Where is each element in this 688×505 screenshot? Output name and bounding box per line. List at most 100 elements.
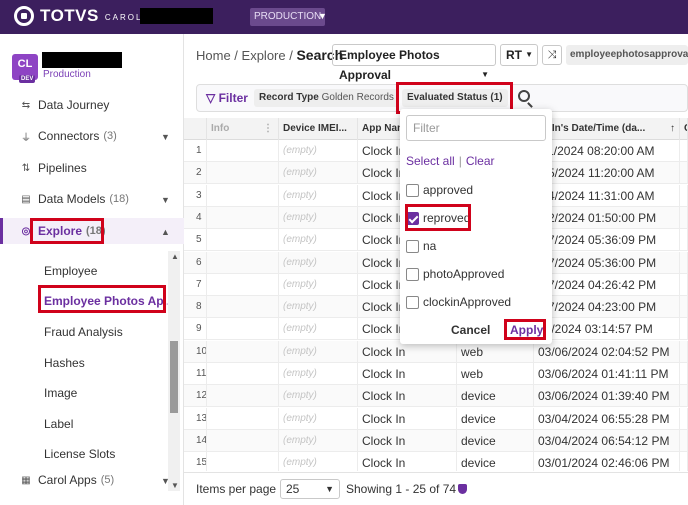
sidebar-item-explore[interactable]: ◎ Explore (18) (20, 221, 106, 241)
table-row[interactable]: 11 (empty) Clock In web 03/06/2024 01:41:11 … (184, 363, 688, 385)
environment-badge[interactable]: PRODUCTION (250, 8, 326, 26)
logo-text: TOTVS (40, 6, 99, 25)
explore-item-image[interactable]: Image (44, 386, 77, 400)
table-row[interactable]: 12 (empty) Clock In device 03/06/2024 01:39:… (184, 385, 688, 408)
row-number-cell: 2 (184, 162, 207, 185)
source-cell: device (457, 452, 534, 471)
data-journey-icon: ⇆ (21, 99, 31, 111)
filter-button[interactable]: ▽ Filter (206, 91, 248, 105)
checkbox[interactable] (406, 183, 419, 197)
sidebar-item-count: (18) (86, 225, 106, 237)
status-option-label: approved (423, 183, 474, 197)
sidebar-item-pipelines[interactable]: ⇅ Pipelines (20, 158, 87, 178)
status-option-label: photoApproved (423, 267, 505, 281)
sidebar-item-data-models[interactable]: ▤ Data Models (18) (20, 189, 129, 209)
tenant-avatar[interactable]: CL DEV (12, 54, 38, 83)
record-type-chip[interactable]: Record Type Golden Records (254, 89, 399, 107)
status-option[interactable]: photoApproved (406, 266, 504, 282)
column-header-more[interactable]: C (680, 118, 688, 140)
redacted-block (140, 8, 213, 24)
column-header-device-imei[interactable]: Device IMEI... (279, 118, 358, 140)
caret-down-icon: ▼ (481, 70, 489, 79)
checkbox[interactable] (406, 295, 419, 309)
clock-in-datetime-cell: /27/2024 05:36:09 PM (534, 229, 680, 252)
caret-down-icon: ▼ (325, 484, 334, 494)
breadcrumb-home[interactable]: Home (196, 48, 231, 63)
select-all-link[interactable]: Select all (406, 154, 455, 168)
checkbox[interactable] (406, 239, 419, 253)
column-menu-icon[interactable]: ⋮ (263, 118, 273, 140)
row-number-cell: 6 (184, 251, 207, 274)
items-per-page-value: 25 (286, 482, 300, 496)
info-cell (207, 229, 279, 252)
source-cell: web (457, 363, 534, 385)
sidebar-item-data-journey[interactable]: ⇆ Data Journey (20, 95, 110, 115)
overflow-cell (680, 184, 688, 207)
source-cell: device (457, 407, 534, 430)
dropdown-filter-input[interactable]: Filter (406, 115, 546, 141)
chevron-down-icon[interactable]: ▼ (161, 476, 170, 486)
status-option[interactable]: approved (406, 182, 473, 198)
info-cell (207, 318, 279, 341)
row-number-cell: 12 (184, 385, 207, 408)
explore-item-hashes[interactable]: Hashes (44, 356, 85, 370)
explore-item-employee[interactable]: Employee (44, 264, 97, 278)
evaluated-status-chip[interactable]: Evaluated Status (1) (402, 89, 508, 107)
status-option[interactable]: reproved (406, 210, 470, 226)
index-chip[interactable]: employeephotosapproval: (566, 45, 688, 65)
chevron-down-icon[interactable]: ▼ (318, 11, 327, 21)
scroll-up-icon[interactable]: ▲ (171, 252, 179, 261)
record-type-key: Record Type (259, 92, 319, 103)
sidebar: CL DEV Production ⇆ Data Journey ⏚ Conne… (0, 34, 184, 505)
row-number-cell: 9 (184, 318, 207, 341)
info-cell (207, 296, 279, 319)
scroll-down-icon[interactable]: ▼ (171, 481, 179, 490)
checkbox[interactable] (406, 267, 419, 281)
checkbox[interactable] (406, 211, 419, 225)
table-row[interactable]: 14 (empty) Clock In device 03/04/2024 06:54:… (184, 429, 688, 452)
apps-grid-icon: ▦ (21, 474, 31, 486)
sidebar-scrollbar[interactable]: ▲ ▼ (168, 251, 180, 491)
items-per-page-select[interactable]: 25 ▼ (280, 479, 340, 499)
sidebar-item-label: Data Journey (38, 98, 110, 112)
sort-ascending-icon[interactable]: ↑ (670, 118, 675, 140)
mode-select[interactable]: RT ▼ (500, 44, 538, 66)
explore-item-fraud-analysis[interactable]: Fraud Analysis (44, 325, 123, 339)
chevron-up-icon[interactable]: ▲ (161, 227, 170, 237)
cancel-button[interactable]: Cancel (451, 323, 490, 337)
totvs-logo[interactable]: TOTVS CAROL (14, 6, 142, 26)
overflow-cell (680, 206, 688, 229)
shuffle-icon: ⤨ (547, 49, 557, 61)
chevron-down-icon[interactable]: ▼ (161, 195, 170, 205)
sidebar-item-label: Carol Apps (38, 473, 97, 487)
scrollbar-thumb[interactable] (170, 341, 178, 413)
overflow-cell (680, 140, 688, 162)
sidebar-item-label: Connectors (38, 129, 100, 143)
sidebar-item-connectors[interactable]: ⏚ Connectors (3) (20, 126, 117, 146)
filter-icon: ▽ (206, 91, 216, 105)
shuffle-button[interactable]: ⤨ (542, 45, 562, 65)
explore-item-license-slots[interactable]: License Slots (44, 447, 115, 461)
info-cell (207, 340, 279, 363)
search-icon[interactable] (518, 90, 530, 102)
overflow-cell (680, 296, 688, 319)
sidebar-item-carol-apps[interactable]: ▦ Carol Apps (5) (20, 470, 114, 490)
table-row[interactable]: 15 (empty) Clock In device 03/01/2024 02:46:… (184, 452, 688, 471)
device-imei-cell: (empty) (279, 206, 358, 229)
status-option[interactable]: clockinApproved (406, 294, 511, 310)
explore-item-employee-photos[interactable]: Employee Photos Ap... (44, 294, 174, 308)
table-row[interactable]: 13 (empty) Clock In device 03/04/2024 06:55:… (184, 407, 688, 430)
clear-link[interactable]: Clear (466, 154, 495, 168)
info-cell (207, 407, 279, 430)
breadcrumb-explore[interactable]: Explore (242, 48, 286, 63)
info-cell (207, 452, 279, 471)
chevron-down-icon[interactable]: ▼ (161, 132, 170, 142)
data-model-select[interactable]: Employee Photos Approval ▼ (332, 44, 496, 82)
column-header-clock-in-datetime[interactable]: ck In's Date/Time (da... ↑ (534, 118, 680, 140)
apply-button[interactable]: Apply (510, 323, 543, 337)
column-header-info[interactable]: Info ⋮ (207, 118, 279, 140)
tenant-initials: CL (17, 58, 33, 70)
status-option[interactable]: na (406, 238, 436, 254)
explore-item-label[interactable]: Label (44, 417, 73, 431)
device-imei-cell: (empty) (279, 363, 358, 385)
